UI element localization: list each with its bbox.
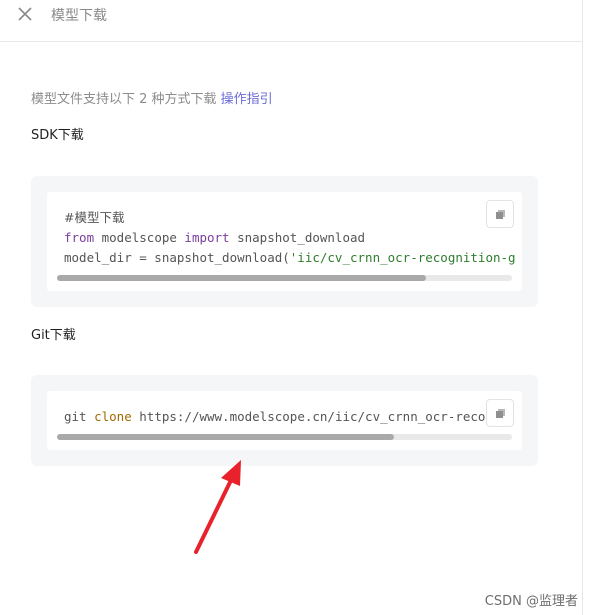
- git-code-text: git clone https://www.modelscope.cn/iic/…: [64, 407, 493, 427]
- sdk-code-card: #模型下载 from modelscope import snapshot_do…: [31, 176, 538, 307]
- git-code-block: git clone https://www.modelscope.cn/iic/…: [47, 391, 522, 450]
- copy-icon: [496, 409, 505, 418]
- git-command: git: [64, 409, 95, 424]
- sdk-code-block: #模型下载 from modelscope import snapshot_do…: [47, 192, 522, 291]
- sdk-section-title: SDK下载: [31, 128, 84, 143]
- code-keyword-import: import: [184, 230, 230, 245]
- git-section-title: Git下载: [31, 328, 76, 343]
- code-keyword-from: from: [64, 230, 95, 245]
- close-icon[interactable]: [17, 6, 33, 22]
- code-string: 'iic/cv_crnn_ocr-recognition-g: [289, 250, 516, 265]
- panel-header: 模型下载: [0, 0, 583, 42]
- sdk-scrollbar-thumb[interactable]: [57, 275, 426, 281]
- intro-label: 模型文件支持以下 2 种方式下载: [31, 92, 221, 107]
- git-scrollbar-thumb[interactable]: [57, 434, 394, 440]
- code-module: modelscope: [94, 230, 185, 245]
- sdk-scrollbar[interactable]: [57, 275, 512, 281]
- intro-text: 模型文件支持以下 2 种方式下载 操作指引: [31, 88, 273, 107]
- model-download-panel: 模型下载 模型文件支持以下 2 种方式下载 操作指引 SDK下载 #模型下载 f…: [0, 0, 583, 615]
- git-code-card: git clone https://www.modelscope.cn/iic/…: [31, 375, 538, 466]
- guide-link[interactable]: 操作指引: [221, 92, 273, 107]
- code-assignment: model_dir = snapshot_download(: [64, 250, 290, 265]
- red-arrow-annotation: [194, 460, 241, 554]
- sdk-copy-button[interactable]: [486, 200, 514, 228]
- panel-title: 模型下载: [51, 8, 107, 24]
- git-subcommand: clone: [94, 409, 132, 424]
- copy-icon: [496, 210, 505, 219]
- git-scrollbar[interactable]: [57, 434, 512, 440]
- code-comment: #模型下载: [64, 210, 125, 225]
- background-strip: [583, 0, 590, 615]
- git-copy-button[interactable]: [486, 399, 514, 427]
- git-url: https://www.modelscope.cn/iic/cv_crnn_oc…: [131, 409, 493, 424]
- sdk-code-text: #模型下载 from modelscope import snapshot_do…: [64, 208, 516, 268]
- watermark: CSDN @监理者: [484, 594, 578, 609]
- code-function: snapshot_download: [229, 230, 366, 245]
